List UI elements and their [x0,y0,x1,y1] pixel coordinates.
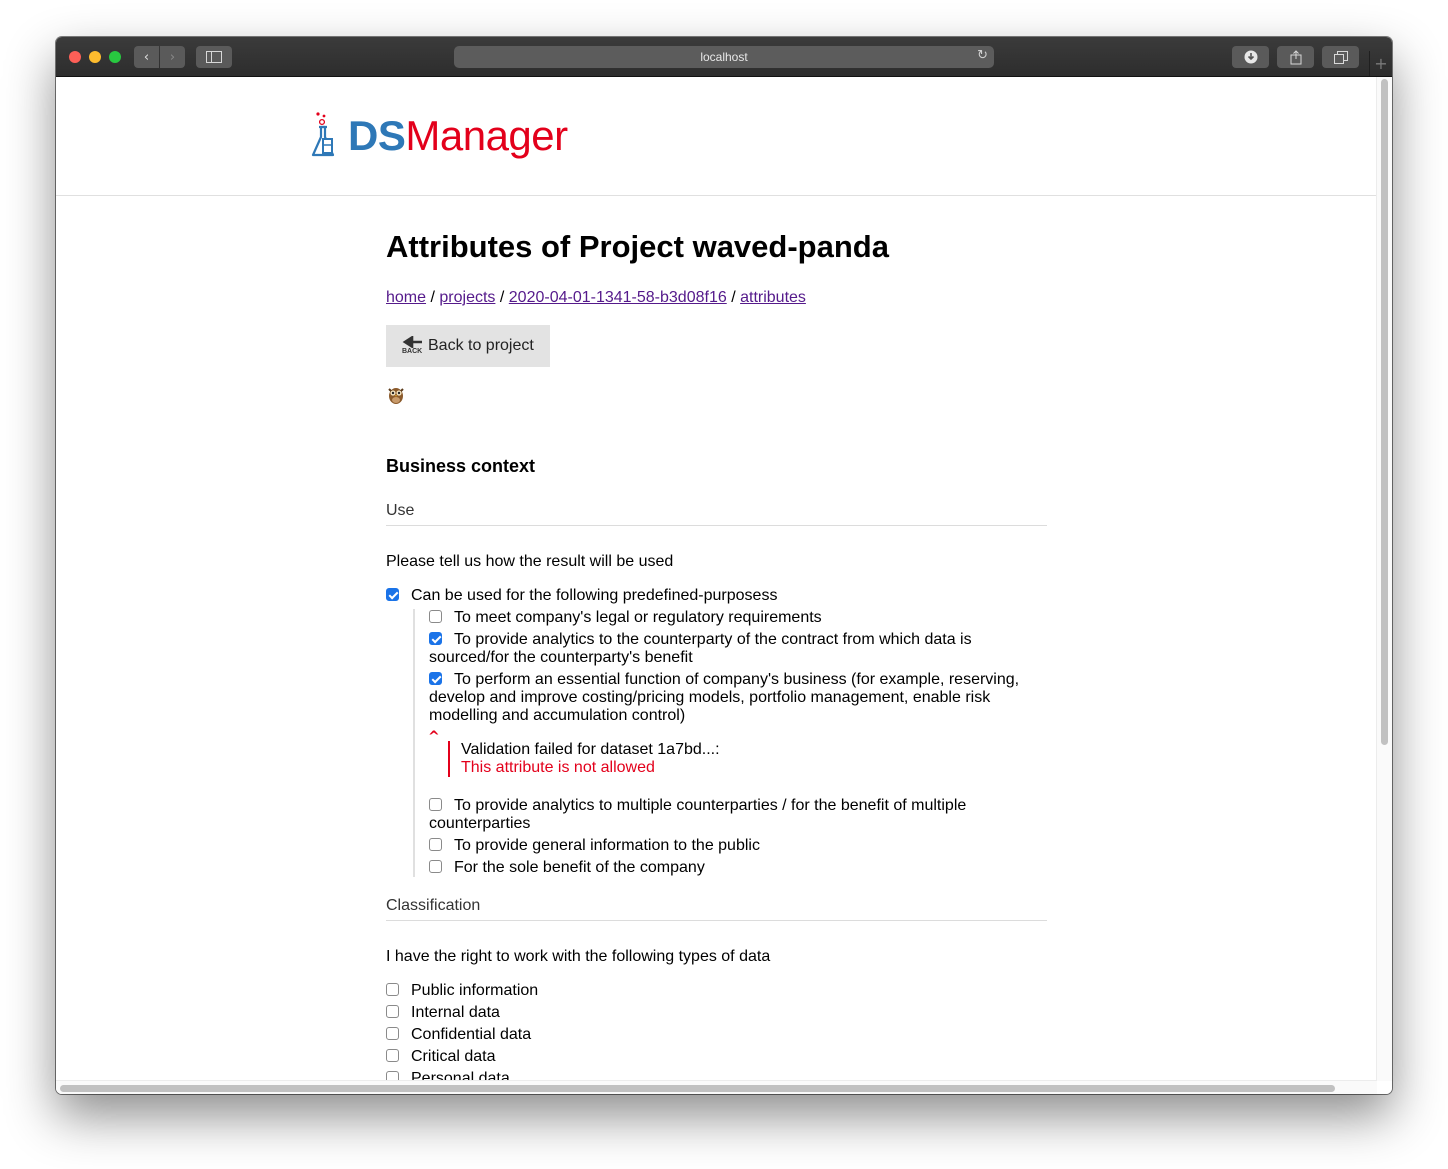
checkbox[interactable] [429,838,442,851]
back-to-project-button[interactable]: BACK Back to project [386,325,550,367]
checkbox[interactable] [429,672,442,685]
tabs-overview-icon[interactable] [1322,46,1359,68]
owl-icon [388,388,404,404]
back-nav-icon[interactable]: ‹ [134,46,159,68]
nested-group-bar [413,609,415,877]
option-label: To provide general information to the pu… [454,837,760,854]
sidebar-toggle-icon[interactable] [196,46,232,68]
data-type-critical[interactable]: Critical data [386,1048,1048,1066]
option-label: Internal data [411,1004,500,1021]
breadcrumb-separator: / [731,289,736,306]
checkbox[interactable] [386,1027,399,1040]
dsmanager-logo[interactable]: DSManager [310,111,568,159]
purpose-option-essential-function[interactable]: To perform an essential function of comp… [429,671,1029,725]
checkbox[interactable] [386,1005,399,1018]
breadcrumb-project-link[interactable]: 2020-04-01-1341-58-b3d08f16 [509,289,727,306]
classification-section-label: Classification [386,897,1047,921]
site-header: DSManager [56,77,1377,196]
business-context-heading: Business context [386,456,536,476]
url-text: localhost [700,50,748,64]
checkbox[interactable] [386,588,399,601]
zoom-window-button[interactable] [109,51,121,63]
option-label: To provide analytics to the counterparty… [429,631,972,666]
forward-nav-icon[interactable]: › [160,46,185,68]
classification-prompt: I have the right to work with the follow… [386,948,771,965]
validation-text: Validation failed for dataset 1a7bd...: … [461,741,720,777]
option-label: Critical data [411,1048,496,1065]
validation-bar [448,741,450,777]
purpose-option-legal[interactable]: To meet company's legal or regulatory re… [429,609,1049,627]
breadcrumb: home / projects / 2020-04-01-1341-58-b3d… [386,289,806,307]
checkbox[interactable] [386,1049,399,1062]
breadcrumb-home-link[interactable]: home [386,289,426,306]
history-nav: ‹ › [134,46,185,68]
breadcrumb-attributes-link[interactable]: attributes [740,289,806,306]
predefined-purposes-option[interactable]: Can be used for the following predefined… [386,587,1048,605]
reload-icon[interactable]: ↻ [977,48,988,63]
logo-text-ds: DS [348,112,406,159]
checkbox[interactable] [429,860,442,873]
page-viewport: DSManager Attributes of Project waved-pa… [56,77,1392,1094]
horizontal-scrollbar[interactable] [60,1085,1335,1092]
page-title: Attributes of Project waved-panda [386,229,889,264]
option-label: To meet company's legal or regulatory re… [454,609,822,626]
purpose-option-public[interactable]: To provide general information to the pu… [429,837,1049,855]
browser-titlebar: ‹ › localhost ↻ + [56,37,1392,77]
data-type-public[interactable]: Public information [386,982,1048,1000]
breadcrumb-separator: / [499,289,505,306]
checkbox[interactable] [386,983,399,996]
purpose-option-multiple-counterparties[interactable]: To provide analytics to multiple counter… [429,797,989,833]
close-window-button[interactable] [69,51,81,63]
new-tab-icon[interactable]: + [1369,51,1392,76]
checkbox[interactable] [429,632,442,645]
downloads-icon[interactable] [1232,46,1269,68]
option-label: To perform an essential function of comp… [429,671,1020,724]
option-label: Public information [411,982,539,999]
option-label: To provide analytics to multiple counter… [429,797,967,832]
logo-text-manager: Manager [405,112,568,159]
purpose-option-sole-benefit[interactable]: For the sole benefit of the company [429,859,1049,877]
use-prompt: Please tell us how the result will be us… [386,553,674,570]
use-section-label: Use [386,502,1047,526]
vertical-scrollbar[interactable] [1381,79,1388,745]
browser-window: ‹ › localhost ↻ + DSManager Attributes o… [56,37,1392,1094]
breadcrumb-projects-link[interactable]: projects [439,289,495,306]
option-label: For the sole benefit of the company [454,859,705,876]
option-label: Confidential data [411,1026,532,1043]
back-arrow-icon: BACK [402,336,424,356]
breadcrumb-separator: / [430,289,435,306]
data-type-confidential[interactable]: Confidential data [386,1026,1048,1044]
back-button-label: Back to project [428,337,534,354]
validation-summary: Validation failed for dataset 1a7bd...: [461,741,720,758]
flask-icon [311,112,335,157]
address-bar[interactable]: localhost ↻ [454,46,994,68]
minimize-window-button[interactable] [89,51,101,63]
data-type-internal[interactable]: Internal data [386,1004,1048,1022]
checkbox[interactable] [429,798,442,811]
purpose-option-counterparty[interactable]: To provide analytics to the counterparty… [429,631,1029,667]
option-label: Can be used for the following predefined… [411,587,778,604]
back-icon-text: BACK [402,348,423,355]
checkbox[interactable] [429,610,442,623]
share-icon[interactable] [1277,46,1314,68]
horizontal-scroll-track[interactable] [56,1080,1377,1094]
validation-error: This attribute is not allowed [461,759,655,776]
caret-up-icon: ^ [428,729,440,745]
vertical-scroll-track[interactable] [1376,77,1392,1081]
